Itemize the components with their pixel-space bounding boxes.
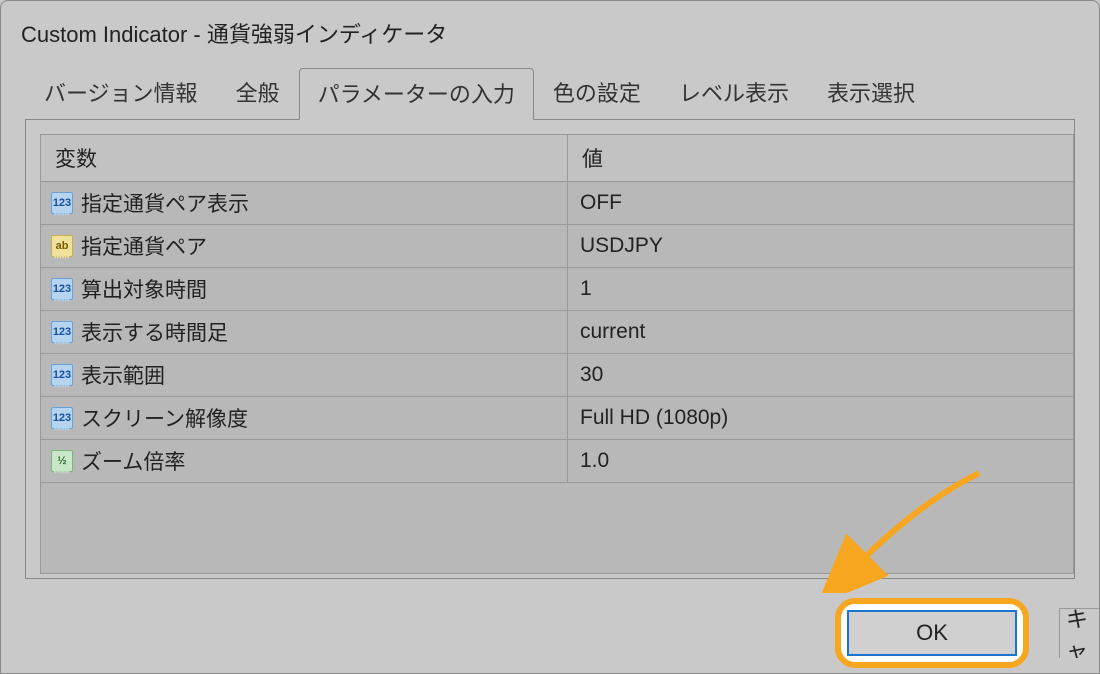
tab-parameter-input[interactable]: パラメーターの入力: [299, 68, 534, 120]
table-row[interactable]: 123 指定通貨ペア表示 OFF: [41, 182, 1073, 225]
table-row[interactable]: 123 算出対象時間 1: [41, 268, 1073, 311]
column-header-value[interactable]: 値: [568, 135, 1073, 181]
param-name-cell: 123 表示範囲: [41, 354, 568, 396]
param-name-cell: ½ ズーム倍率: [41, 440, 568, 482]
tab-content: 変数 値 123 指定通貨ペア表示 OFF ab 指定通貨ペア USDJPY: [25, 119, 1075, 579]
param-name: スクリーン解像度: [81, 403, 248, 433]
tab-version-info[interactable]: バージョン情報: [25, 67, 217, 119]
param-name: 表示する時間足: [81, 317, 228, 347]
param-name-cell: 123 指定通貨ペア表示: [41, 182, 568, 224]
float-type-icon: ½: [51, 450, 73, 472]
param-value-cell[interactable]: OFF: [568, 182, 1073, 224]
number-type-icon: 123: [51, 364, 73, 386]
number-type-icon: 123: [51, 278, 73, 300]
tab-level-display[interactable]: レベル表示: [660, 67, 808, 119]
param-value-cell[interactable]: current: [568, 311, 1073, 353]
param-value-cell[interactable]: 1: [568, 268, 1073, 310]
param-name-cell: 123 表示する時間足: [41, 311, 568, 353]
grid-header-row: 変数 値: [41, 135, 1073, 182]
parameter-grid: 変数 値 123 指定通貨ペア表示 OFF ab 指定通貨ペア USDJPY: [40, 134, 1074, 574]
table-row[interactable]: 123 表示範囲 30: [41, 354, 1073, 397]
param-value-cell[interactable]: 30: [568, 354, 1073, 396]
table-row[interactable]: 123 表示する時間足 current: [41, 311, 1073, 354]
table-row[interactable]: 123 スクリーン解像度 Full HD (1080p): [41, 397, 1073, 440]
number-type-icon: 123: [51, 407, 73, 429]
window-title: Custom Indicator - 通貨強弱インディケータ: [1, 1, 1099, 67]
string-type-icon: ab: [51, 235, 73, 257]
tab-row: バージョン情報 全般 パラメーターの入力 色の設定 レベル表示 表示選択: [1, 67, 1099, 119]
number-type-icon: 123: [51, 192, 73, 214]
param-value-cell[interactable]: USDJPY: [568, 225, 1073, 267]
param-value-cell[interactable]: Full HD (1080p): [568, 397, 1073, 439]
table-row[interactable]: ab 指定通貨ペア USDJPY: [41, 225, 1073, 268]
param-name: 表示範囲: [81, 360, 165, 390]
param-name-cell: ab 指定通貨ペア: [41, 225, 568, 267]
tab-general[interactable]: 全般: [217, 67, 299, 119]
dialog-button-row: OK キャ: [835, 593, 1099, 673]
param-value-cell[interactable]: 1.0: [568, 440, 1073, 482]
param-name: 算出対象時間: [81, 274, 207, 304]
column-header-variable[interactable]: 変数: [41, 135, 568, 181]
ok-highlight-annotation: OK: [835, 598, 1029, 668]
cancel-button[interactable]: キャ: [1059, 608, 1099, 658]
param-name: 指定通貨ペア表示: [81, 188, 249, 218]
ok-button[interactable]: OK: [847, 610, 1017, 656]
param-name: 指定通貨ペア: [81, 231, 207, 261]
dialog-window: Custom Indicator - 通貨強弱インディケータ バージョン情報 全…: [0, 0, 1100, 674]
param-name: ズーム倍率: [81, 446, 185, 476]
param-name-cell: 123 算出対象時間: [41, 268, 568, 310]
param-name-cell: 123 スクリーン解像度: [41, 397, 568, 439]
tab-color-settings[interactable]: 色の設定: [534, 67, 660, 119]
tab-display-select[interactable]: 表示選択: [808, 67, 934, 119]
table-row[interactable]: ½ ズーム倍率 1.0: [41, 440, 1073, 483]
number-type-icon: 123: [51, 321, 73, 343]
